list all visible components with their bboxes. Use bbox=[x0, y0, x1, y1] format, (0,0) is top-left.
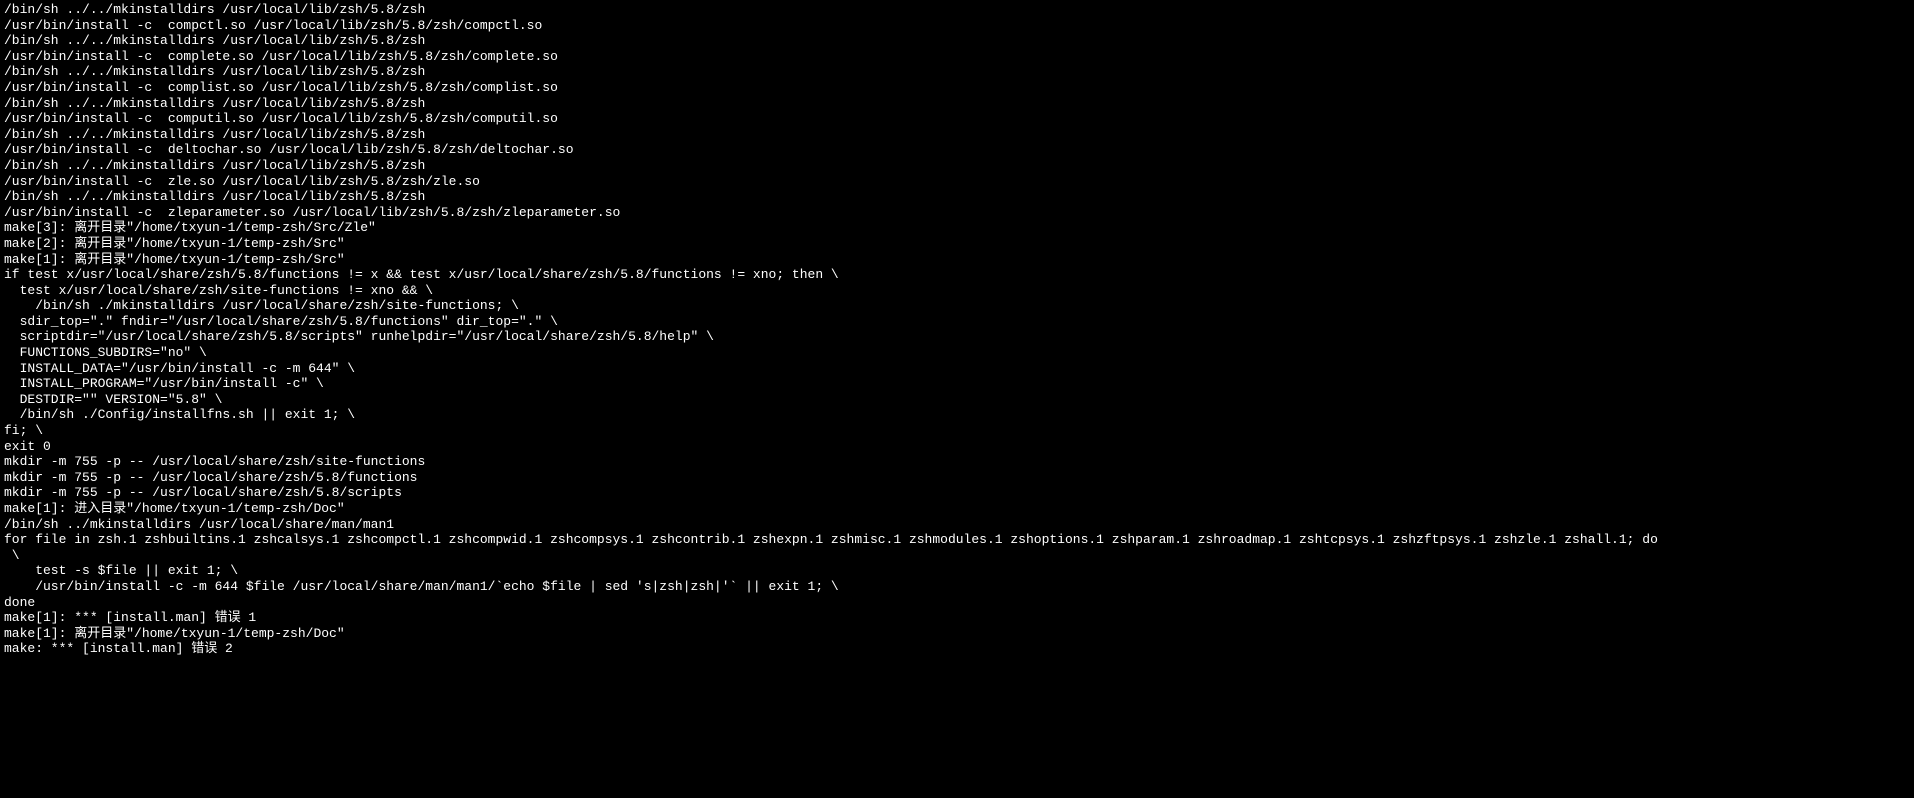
terminal-line: /bin/sh ../../mkinstalldirs /usr/local/l… bbox=[4, 189, 1910, 205]
terminal-line: /bin/sh ../../mkinstalldirs /usr/local/l… bbox=[4, 33, 1910, 49]
terminal-line: /bin/sh ../../mkinstalldirs /usr/local/l… bbox=[4, 2, 1910, 18]
terminal-line: for file in zsh.1 zshbuiltins.1 zshcalsy… bbox=[4, 532, 1910, 548]
terminal-line: mkdir -m 755 -p -- /usr/local/share/zsh/… bbox=[4, 454, 1910, 470]
terminal-line: exit 0 bbox=[4, 439, 1910, 455]
terminal-line: make[1]: 离开目录"/home/txyun-1/temp-zsh/Doc… bbox=[4, 626, 1910, 642]
terminal-line: /usr/bin/install -c computil.so /usr/loc… bbox=[4, 111, 1910, 127]
terminal-line: /bin/sh ./mkinstalldirs /usr/local/share… bbox=[4, 298, 1910, 314]
terminal-line: mkdir -m 755 -p -- /usr/local/share/zsh/… bbox=[4, 485, 1910, 501]
terminal-line: if test x/usr/local/share/zsh/5.8/functi… bbox=[4, 267, 1910, 283]
terminal-line: fi; \ bbox=[4, 423, 1910, 439]
terminal-line: /usr/bin/install -c complist.so /usr/loc… bbox=[4, 80, 1910, 96]
terminal-line: done bbox=[4, 595, 1910, 611]
terminal-line: sdir_top="." fndir="/usr/local/share/zsh… bbox=[4, 314, 1910, 330]
terminal-line: make[1]: 离开目录"/home/txyun-1/temp-zsh/Src… bbox=[4, 252, 1910, 268]
terminal-line: /usr/bin/install -c zleparameter.so /usr… bbox=[4, 205, 1910, 221]
terminal-line: scriptdir="/usr/local/share/zsh/5.8/scri… bbox=[4, 329, 1910, 345]
terminal-line: DESTDIR="" VERSION="5.8" \ bbox=[4, 392, 1910, 408]
terminal-line: mkdir -m 755 -p -- /usr/local/share/zsh/… bbox=[4, 470, 1910, 486]
terminal-line: make[3]: 离开目录"/home/txyun-1/temp-zsh/Src… bbox=[4, 220, 1910, 236]
terminal-line: /bin/sh ../../mkinstalldirs /usr/local/l… bbox=[4, 96, 1910, 112]
terminal-line: \ bbox=[4, 548, 1910, 564]
terminal-line: FUNCTIONS_SUBDIRS="no" \ bbox=[4, 345, 1910, 361]
terminal-line: test x/usr/local/share/zsh/site-function… bbox=[4, 283, 1910, 299]
terminal-line: /usr/bin/install -c zle.so /usr/local/li… bbox=[4, 174, 1910, 190]
terminal-line: /usr/bin/install -c compctl.so /usr/loca… bbox=[4, 18, 1910, 34]
terminal-line: /usr/bin/install -c complete.so /usr/loc… bbox=[4, 49, 1910, 65]
terminal-line: make: *** [install.man] 错误 2 bbox=[4, 641, 1910, 657]
terminal-line: make[1]: *** [install.man] 错误 1 bbox=[4, 610, 1910, 626]
terminal-line: make[2]: 离开目录"/home/txyun-1/temp-zsh/Src… bbox=[4, 236, 1910, 252]
terminal-output[interactable]: /bin/sh ../../mkinstalldirs /usr/local/l… bbox=[4, 2, 1910, 657]
terminal-line: /bin/sh ./Config/installfns.sh || exit 1… bbox=[4, 407, 1910, 423]
terminal-line: INSTALL_PROGRAM="/usr/bin/install -c" \ bbox=[4, 376, 1910, 392]
terminal-line: /bin/sh ../mkinstalldirs /usr/local/shar… bbox=[4, 517, 1910, 533]
terminal-line: /bin/sh ../../mkinstalldirs /usr/local/l… bbox=[4, 127, 1910, 143]
terminal-line: make[1]: 进入目录"/home/txyun-1/temp-zsh/Doc… bbox=[4, 501, 1910, 517]
terminal-line: /usr/bin/install -c deltochar.so /usr/lo… bbox=[4, 142, 1910, 158]
terminal-line: /bin/sh ../../mkinstalldirs /usr/local/l… bbox=[4, 158, 1910, 174]
terminal-line: test -s $file || exit 1; \ bbox=[4, 563, 1910, 579]
terminal-line: INSTALL_DATA="/usr/bin/install -c -m 644… bbox=[4, 361, 1910, 377]
terminal-line: /usr/bin/install -c -m 644 $file /usr/lo… bbox=[4, 579, 1910, 595]
terminal-line: /bin/sh ../../mkinstalldirs /usr/local/l… bbox=[4, 64, 1910, 80]
